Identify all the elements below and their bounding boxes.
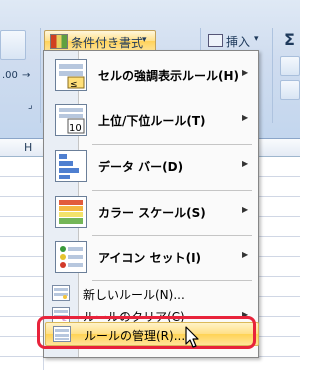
- fill-button-fragment[interactable]: [280, 56, 300, 76]
- menu-item-icon-sets[interactable]: アイコン セット(I) ▶: [45, 235, 257, 279]
- menu-item-label: カラー スケール(S): [98, 206, 206, 220]
- menu-item-label: 上位/下位ルール(T): [98, 114, 206, 128]
- ribbon-separator: [272, 28, 273, 123]
- number-format-fragment[interactable]: .00: [2, 70, 18, 81]
- icon-sets-icon: [55, 241, 87, 273]
- conditional-formatting-label: 条件付き書式: [71, 36, 144, 50]
- new-rule-icon: [52, 285, 70, 301]
- chevron-right-icon: ▶: [242, 68, 249, 77]
- chevron-down-icon: ▾: [254, 34, 259, 44]
- conditional-formatting-icon: [50, 34, 68, 49]
- insert-cells-icon: [208, 34, 223, 47]
- menu-item-highlight-cells-rules[interactable]: ≤ セルの強調表示ルール(H) ▶: [45, 53, 257, 97]
- chevron-right-icon: ▶: [242, 113, 249, 122]
- highlight-annotation-box: [37, 316, 256, 349]
- menu-item-label: 新しいルール(N)...: [83, 288, 185, 302]
- ribbon-left-button-fragment[interactable]: [0, 30, 26, 60]
- ribbon-separator: [40, 28, 41, 123]
- insert-label: 挿入: [226, 35, 251, 49]
- color-scale-icon: [55, 196, 87, 228]
- chevron-right-icon: ▶: [242, 205, 249, 214]
- column-header-h[interactable]: H: [24, 141, 32, 154]
- menu-item-data-bars[interactable]: データ バー(D) ▶: [45, 144, 257, 188]
- conditional-formatting-menu: ≤ セルの強調表示ルール(H) ▶ 10 上位/下位ルール(T) ▶ データ バ…: [43, 50, 259, 358]
- data-bars-icon: [55, 150, 87, 182]
- sigma-icon: Σ: [284, 30, 295, 49]
- mouse-cursor-icon: [184, 326, 204, 350]
- menu-item-label: アイコン セット(I): [98, 251, 202, 265]
- top-bottom-icon: 10: [55, 104, 87, 136]
- top-bottom-icon-number: 10: [69, 123, 82, 134]
- chevron-down-icon: ▾: [142, 35, 147, 45]
- svg-text:≤: ≤: [70, 80, 78, 90]
- chevron-right-icon: ▶: [242, 250, 249, 259]
- clear-button-fragment[interactable]: [280, 80, 300, 100]
- insert-button[interactable]: 挿入 ▾: [206, 30, 264, 50]
- menu-item-color-scales[interactable]: カラー スケール(S) ▶: [45, 190, 257, 234]
- highlight-cells-icon: ≤: [55, 59, 87, 91]
- chevron-right-icon: ▶: [242, 159, 249, 168]
- conditional-formatting-button[interactable]: 条件付き書式 ▾: [44, 30, 156, 52]
- menu-item-label: データ バー(D): [98, 160, 184, 174]
- dialog-launcher-icon[interactable]: ⌟: [28, 100, 33, 111]
- autosum-button[interactable]: Σ: [278, 28, 300, 52]
- menu-item-top-bottom-rules[interactable]: 10 上位/下位ルール(T) ▶: [45, 98, 257, 142]
- menu-item-new-rule[interactable]: 新しいルール(N)...: [45, 282, 257, 304]
- menu-separator: [92, 280, 252, 281]
- menu-item-label: セルの強調表示ルール(H): [98, 69, 240, 83]
- decimal-fragment-icon[interactable]: →: [22, 70, 30, 81]
